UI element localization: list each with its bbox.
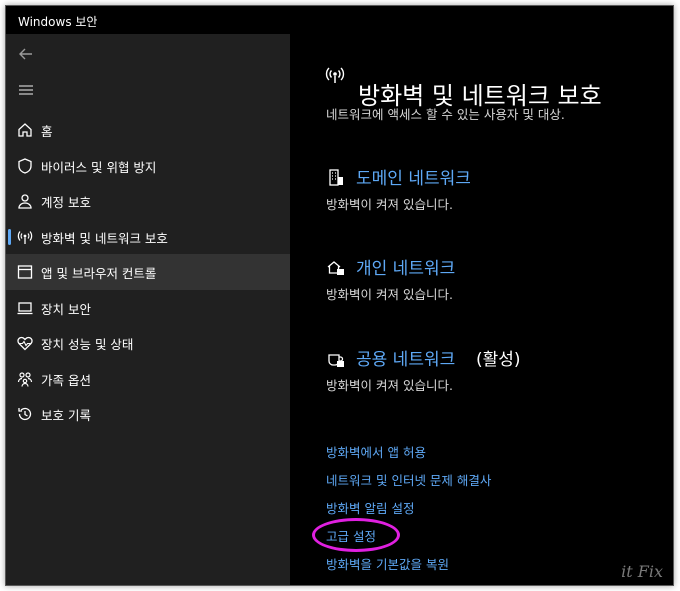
sidebar-item-label: 홈 [41, 124, 53, 139]
app-window-icon [16, 263, 34, 281]
highlight-ring [312, 518, 400, 552]
private-network-icon [326, 258, 346, 278]
notification-settings-link[interactable]: 방화벽 알림 설정 [326, 498, 414, 517]
private-network-status: 방화벽이 켜져 있습니다. [326, 287, 453, 302]
private-network-link[interactable]: 개인 네트워크 [356, 254, 455, 279]
public-network-link[interactable]: 공용 네트워크 [356, 345, 455, 370]
sidebar-item-device-performance[interactable]: 장치 성능 및 상태 [6, 325, 290, 361]
laptop-icon [16, 299, 34, 317]
sidebar-item-account-protection[interactable]: 계정 보호 [6, 183, 290, 219]
main-content: 방화벽 및 네트워크 보호 네트워크에 액세스 할 수 있는 사용자 및 대상.… [290, 34, 673, 585]
public-network-icon [326, 349, 346, 369]
antenna-icon [324, 64, 346, 86]
sidebar-item-home[interactable]: 홈 [6, 112, 290, 148]
sidebar-item-label: 바이러스 및 위협 방지 [41, 159, 157, 175]
public-network-status: 방화벽이 켜져 있습니다. [326, 378, 453, 393]
allow-app-link[interactable]: 방화벽에서 앱 허용 [326, 442, 426, 461]
hamburger-menu-icon[interactable] [16, 80, 36, 100]
heart-pulse-icon [16, 334, 34, 352]
domain-network-link[interactable]: 도메인 네트워크 [356, 164, 471, 189]
antenna-icon [16, 228, 34, 246]
sidebar-item-label: 장치 보안 [41, 301, 91, 317]
sidebar-item-virus-protection[interactable]: 바이러스 및 위협 방지 [6, 148, 290, 184]
shield-icon [16, 157, 34, 175]
watermark: it Fix [621, 562, 663, 581]
page-subtitle: 네트워크에 액세스 할 수 있는 사용자 및 대상. [326, 107, 565, 122]
sidebar-item-label: 앱 및 브라우저 컨트롤 [41, 266, 157, 281]
family-icon [16, 370, 34, 388]
sidebar-nav: 홈 바이러스 및 위협 방지 계정 보호 방화벽 및 네트워크 보호 앱 및 브… [6, 112, 290, 432]
domain-network-icon [326, 168, 346, 188]
sidebar-item-firewall[interactable]: 방화벽 및 네트워크 보호 [6, 219, 290, 255]
history-icon [16, 405, 34, 423]
sidebar-item-label: 가족 옵션 [41, 372, 91, 388]
windows-security-window: Windows 보안 홈 바이러스 및 위협 방지 계정 보호 방화벽 및 네트… [5, 5, 674, 586]
title-bar: Windows 보안 [6, 6, 673, 34]
sidebar-item-label: 장치 성능 및 상태 [41, 337, 134, 352]
troubleshooter-link[interactable]: 네트워크 및 인터넷 문제 해결사 [326, 470, 491, 489]
sidebar-item-label: 방화벽 및 네트워크 보호 [41, 230, 168, 246]
window-title: Windows 보안 [18, 15, 98, 29]
sidebar-item-app-browser-control[interactable]: 앱 및 브라우저 컨트롤 [6, 254, 290, 290]
sidebar: 홈 바이러스 및 위협 방지 계정 보호 방화벽 및 네트워크 보호 앱 및 브… [6, 34, 290, 585]
sidebar-item-device-security[interactable]: 장치 보안 [6, 290, 290, 326]
active-badge: (활성) [476, 350, 521, 370]
person-icon [16, 192, 34, 210]
sidebar-item-family-options[interactable]: 가족 옵션 [6, 361, 290, 397]
sidebar-item-protection-history[interactable]: 보호 기록 [6, 396, 290, 432]
sidebar-item-label: 보호 기록 [41, 408, 91, 423]
home-icon [16, 121, 34, 139]
back-arrow-icon[interactable] [16, 44, 36, 64]
domain-network-status: 방화벽이 켜져 있습니다. [326, 197, 453, 212]
sidebar-item-label: 계정 보호 [41, 195, 91, 210]
restore-defaults-link[interactable]: 방화벽을 기본값을 복원 [326, 554, 449, 573]
